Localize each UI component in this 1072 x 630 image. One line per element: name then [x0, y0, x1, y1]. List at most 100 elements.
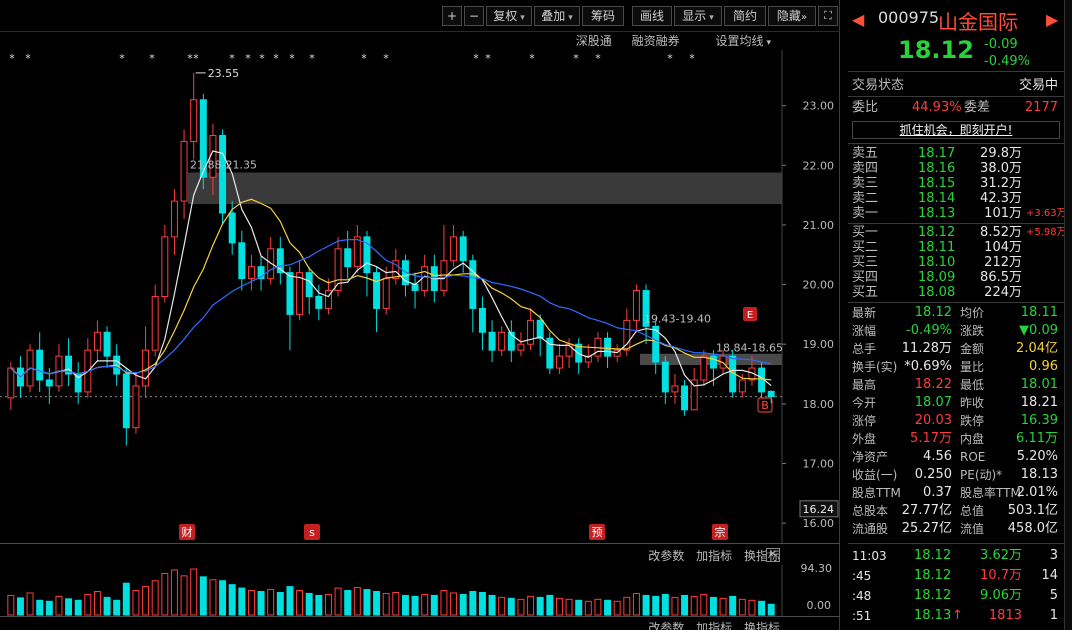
volume-bar — [344, 590, 352, 616]
change-value: -0.09 — [984, 37, 1018, 52]
add-indicator-link[interactable]: 加指标 — [696, 621, 732, 630]
volume-bar — [170, 569, 178, 616]
stat-value: 25.27亿 — [901, 521, 952, 536]
volume-bar — [575, 599, 583, 616]
stat-value: -0.49% — [906, 323, 952, 338]
stat-value: 18.07 — [914, 395, 952, 410]
candle-body — [459, 236, 467, 262]
candle-body — [555, 355, 563, 369]
next-stock-icon[interactable]: ▶ — [1046, 10, 1058, 29]
event-tag-label: 财 — [182, 525, 193, 539]
candle-body — [604, 337, 612, 357]
close-icon[interactable]: ✕ — [766, 548, 780, 562]
stat-label: 最新 — [852, 306, 877, 320]
chevron-down-icon: ▾ — [766, 38, 771, 48]
divider — [848, 302, 1064, 303]
level-price: 18.13 — [918, 206, 956, 221]
side-scroll-strip[interactable] — [1064, 0, 1072, 630]
zoom-in-button[interactable]: + — [442, 6, 462, 26]
level-volume: 101万 — [984, 206, 1022, 221]
event-marker-icon: * — [193, 52, 199, 65]
event-marker-icon: * — [289, 52, 295, 65]
last-price: 18.12 — [898, 36, 974, 64]
stats-row: 净资产 4.56 ROE 5.20% — [852, 448, 1062, 466]
candle-body — [286, 272, 294, 315]
tick-price: 18.12 — [914, 568, 952, 583]
event-marker-icon: * — [383, 52, 389, 65]
candle-body — [7, 367, 15, 399]
trade-status-value: 交易中 — [1018, 78, 1058, 93]
fullscreen-icon[interactable]: ⛶ — [818, 6, 838, 26]
volume-bar — [228, 584, 236, 616]
stat-value: 18.01 — [1020, 377, 1058, 392]
open-account-link[interactable]: 抓住机会，即刻开户! — [852, 121, 1060, 139]
tick-count: 5 — [1049, 588, 1058, 603]
volume-bar — [142, 586, 150, 616]
candle-body — [527, 319, 535, 345]
kline-svg[interactable]: 23.00 22.00 21.00 20.00 19.00 18.00 17.00 16.00… — [0, 50, 840, 543]
stat-value: 6.11万 — [1016, 431, 1058, 446]
stat-label: 总手 — [852, 342, 877, 356]
trade-status-row: 交易状态 交易中 — [852, 77, 1062, 95]
current-axis-label: 16.24 — [803, 503, 835, 516]
volume-bar — [767, 603, 775, 616]
stat-value: 5.20% — [1016, 449, 1058, 464]
volume-bar — [382, 592, 390, 616]
stat-label: 流值 — [960, 522, 985, 536]
stat-label: 涨幅 — [852, 324, 877, 338]
zoom-out-button[interactable]: − — [464, 6, 484, 26]
volume-bar — [392, 591, 400, 616]
restore-rights-dropdown[interactable]: 复权 ▾ — [486, 6, 532, 26]
volume-bar — [459, 593, 467, 616]
tick-price: 18.13 — [914, 608, 952, 623]
candle-body — [45, 379, 53, 387]
chip-distribution-button[interactable]: 筹码 — [582, 6, 624, 26]
volume-svg[interactable] — [0, 565, 840, 616]
prev-stock-icon[interactable]: ◀ — [852, 10, 864, 29]
shenzhen-connect-link[interactable]: 深股通 — [576, 34, 612, 48]
stat-label: 换手(实) — [852, 360, 898, 374]
change-params-link[interactable]: 改参数 — [648, 549, 684, 563]
change-params-link[interactable]: 改参数 — [648, 621, 684, 630]
stat-value: 27.77亿 — [901, 503, 952, 518]
candle-body — [767, 390, 775, 398]
candle-body — [228, 212, 236, 244]
candle-body — [103, 331, 111, 357]
event-marker-icon: * — [689, 52, 695, 65]
volume-bar — [296, 590, 304, 616]
tick-row: 11:03 18.12 3.62万 3 — [852, 547, 1062, 565]
volume-bar — [267, 589, 275, 616]
overlay-dropdown[interactable]: 叠加 ▾ — [534, 6, 580, 26]
volume-bar — [324, 593, 332, 616]
volume-bar — [286, 586, 294, 616]
volume-bar — [421, 593, 429, 616]
volume-bar — [498, 596, 506, 616]
volume-bar — [363, 589, 371, 616]
kline-chart-panel[interactable]: + − 复权 ▾ 叠加 ▾ 筹码 画线 显示 ▾ 简约 隐藏» ⛶ 深股通 融资融券 … — [0, 0, 840, 630]
tick-price: 18.12 — [914, 548, 952, 563]
candle-body — [661, 361, 669, 393]
stat-label: 内盘 — [960, 432, 985, 446]
ma-settings-link[interactable]: 设置均线 ▾ — [699, 34, 771, 48]
stat-value: 11.28万 — [901, 341, 952, 356]
axis-tick-label: 19.00 — [803, 338, 835, 351]
volume-bar — [247, 590, 255, 616]
draw-line-button[interactable]: 画线 — [632, 6, 672, 26]
volume-bar — [55, 595, 63, 616]
event-marker-icon: * — [9, 52, 15, 65]
volume-bar — [555, 597, 563, 616]
stat-value: 18.13 — [1020, 467, 1058, 482]
volume-bar — [536, 596, 544, 616]
divider — [848, 143, 1064, 144]
margin-trading-link[interactable]: 融资融券 — [632, 34, 680, 48]
hide-panel-button[interactable]: 隐藏» — [768, 6, 816, 26]
stat-label: 涨停 — [852, 414, 877, 428]
switch-indicator-link[interactable]: 换指标 — [744, 621, 780, 630]
display-dropdown[interactable]: 显示 ▾ — [674, 6, 722, 26]
add-indicator-link[interactable]: 加指标 — [696, 549, 732, 563]
volume-bar — [257, 591, 265, 616]
stat-value: 0.37 — [923, 485, 952, 500]
volume-bar — [122, 582, 130, 616]
volume-bar — [353, 587, 361, 616]
simple-mode-button[interactable]: 简约 — [724, 6, 766, 26]
